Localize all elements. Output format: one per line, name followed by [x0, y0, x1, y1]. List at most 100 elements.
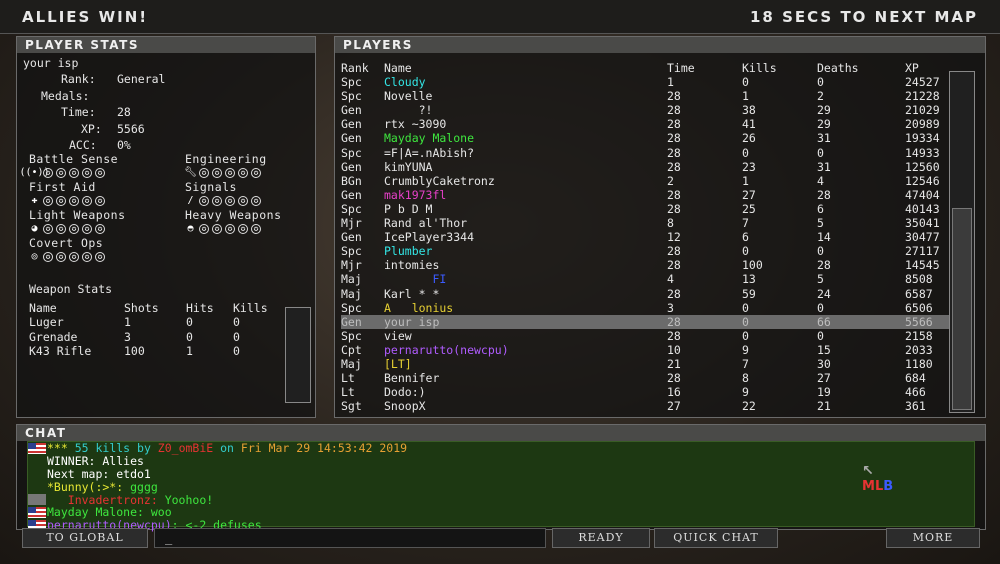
player-rank: Spc	[341, 75, 362, 90]
player-time: 28	[667, 258, 681, 273]
player-name: kimYUNA	[384, 159, 433, 174]
player-kills: 7	[742, 356, 749, 371]
star-icon: ✪	[251, 167, 261, 178]
player-kills: 41	[742, 117, 756, 132]
chat-line: Invadertronz: Yoohoo!	[28, 493, 974, 507]
col-hits: Hits	[186, 301, 214, 315]
player-row[interactable]: Spc A lonius 3 0 0 6506	[341, 301, 949, 315]
player-row[interactable]: Spc view 28 0 0 2158	[341, 329, 949, 343]
player-row[interactable]: Spc Novelle 28 1 2 21228	[341, 89, 949, 103]
player-deaths: 0	[817, 300, 824, 315]
players-scrollbar[interactable]	[949, 71, 975, 413]
player-row[interactable]: Maj [LT] 21 7 30 1180	[341, 357, 949, 371]
player-row[interactable]: Gen mak1973fl 28 27 28 47404	[341, 188, 949, 202]
player-row[interactable]: Gen ?! 28 38 29 21029	[341, 103, 949, 117]
weapon-hits: 1	[186, 343, 193, 358]
skill-battle-sense-label: Battle Sense	[29, 152, 119, 166]
ready-button[interactable]: READY	[552, 528, 650, 548]
skill-covert-ops-label: Covert Ops	[29, 236, 104, 250]
star-icon: ✪	[95, 195, 105, 206]
player-row[interactable]: Spc =F|A=.nAbish? 28 0 0 14933	[341, 146, 949, 160]
player-deaths: 31	[817, 159, 831, 174]
player-time: 12	[667, 230, 681, 245]
player-rank: Spc	[341, 244, 362, 259]
player-rank: Maj	[341, 272, 362, 287]
star-icon: ✪	[95, 167, 105, 178]
player-name: Dodo:)	[384, 385, 426, 400]
col-kills: Kills	[233, 301, 268, 315]
player-name: Rand al'Thor	[384, 216, 468, 231]
player-row[interactable]: Gen rtx ~3090 28 41 29 20989	[341, 117, 949, 131]
player-row[interactable]: Sgt SnoopX 27 22 21 361	[341, 399, 949, 413]
player-rank: Gen	[341, 230, 362, 245]
rank-label: Rank:	[61, 72, 96, 86]
player-kills: 0	[742, 75, 749, 90]
player-time: 16	[667, 385, 681, 400]
player-deaths: 19	[817, 385, 831, 400]
weapon-hits: 0	[186, 315, 193, 330]
player-row[interactable]: Gen Mayday Malone 28 26 31 19334	[341, 131, 949, 145]
player-rank: Spc	[341, 145, 362, 160]
player-row[interactable]: Mjr intomies 28 100 28 14545	[341, 258, 949, 272]
weapon-stats-scrollbar[interactable]	[285, 307, 311, 403]
player-xp: 12546	[905, 173, 940, 188]
player-row[interactable]: Gen kimYUNA 28 23 31 12560	[341, 160, 949, 174]
player-row[interactable]: Cpt pernarutto(newcpu) 10 9 15 2033	[341, 343, 949, 357]
player-deaths: 21	[817, 399, 831, 414]
player-deaths: 0	[817, 328, 824, 343]
player-row[interactable]: Spc P b D M 28 25 6 40143	[341, 202, 949, 216]
player-row[interactable]: Mjr Rand al'Thor 8 7 5 35041	[341, 216, 949, 230]
player-row[interactable]: Spc Cloudy 1 0 0 24527	[341, 75, 949, 89]
players-scrollbar-thumb[interactable]	[952, 208, 972, 410]
star-icon: ✪	[69, 167, 79, 178]
player-rank: Lt	[341, 371, 355, 386]
star-icon: ✪	[56, 167, 66, 178]
player-xp: 14933	[905, 145, 940, 160]
player-time: 28	[667, 145, 681, 160]
player-row[interactable]: Spc Plumber 28 0 0 27117	[341, 244, 949, 258]
country-flag-icon	[28, 506, 46, 518]
weapon-stats-header: Name Shots Hits Kills	[29, 301, 273, 315]
player-kills: 9	[742, 385, 749, 400]
player-rank: Mjr	[341, 216, 362, 231]
star-icon: ✪	[95, 223, 105, 234]
player-name: SnoopX	[384, 399, 426, 414]
player-stats-title: PLAYER STATS	[17, 37, 315, 53]
to-global-button[interactable]: TO GLOBAL	[22, 528, 148, 548]
medals-label: Medals:	[41, 89, 90, 103]
player-time: 28	[667, 159, 681, 174]
chat-log[interactable]: *** 55 kills by Z0_omBiE on Fri Mar 29 1…	[27, 441, 975, 545]
more-button[interactable]: MORE	[886, 528, 980, 548]
player-kills: 100	[742, 258, 763, 273]
heavy-weapon-icon: ◓	[187, 223, 194, 234]
player-name: A lonius	[384, 300, 454, 315]
player-time: 28	[667, 187, 681, 202]
player-name: ?!	[384, 103, 433, 118]
player-deaths: 30	[817, 356, 831, 371]
country-flag-icon	[28, 494, 46, 506]
col-deaths: Deaths	[817, 61, 859, 75]
player-row[interactable]: BGn CrumblyCaketronz 2 1 4 12546	[341, 174, 949, 188]
player-kills: 27	[742, 187, 756, 202]
player-xp: 40143	[905, 201, 940, 216]
player-rank: Cpt	[341, 342, 362, 357]
player-xp: 14545	[905, 258, 940, 273]
quick-chat-button[interactable]: QUICK CHAT	[654, 528, 778, 548]
player-deaths: 29	[817, 103, 831, 118]
player-row[interactable]: Maj Karl * * 28 59 24 6587	[341, 287, 949, 301]
player-row[interactable]: Gen your isp 28 0 66 5566	[341, 314, 949, 329]
skill-light-weapons-label: Light Weapons	[29, 208, 126, 222]
player-row[interactable]: Gen IcePlayer3344 12 6 14 30477	[341, 230, 949, 244]
star-icon: ✪	[212, 167, 222, 178]
chat-text: Z0_omBiE	[157, 441, 214, 456]
skill-heavy-weapons-stars: ◓ ✪ ✪ ✪ ✪ ✪	[185, 223, 261, 234]
chat-input[interactable]: _	[154, 528, 546, 548]
player-deaths: 15	[817, 342, 831, 357]
skill-signals-stars: / ✪ ✪ ✪ ✪ ✪	[185, 195, 261, 206]
player-row[interactable]: Lt Bennifer 28 8 27 684	[341, 371, 949, 385]
player-row[interactable]: Maj FI 4 13 5 8508	[341, 272, 949, 286]
col-rank: Rank	[341, 61, 369, 75]
player-row[interactable]: Lt Dodo:) 16 9 19 466	[341, 385, 949, 399]
medic-cross-icon: ✚	[31, 195, 38, 206]
player-deaths: 14	[817, 230, 831, 245]
